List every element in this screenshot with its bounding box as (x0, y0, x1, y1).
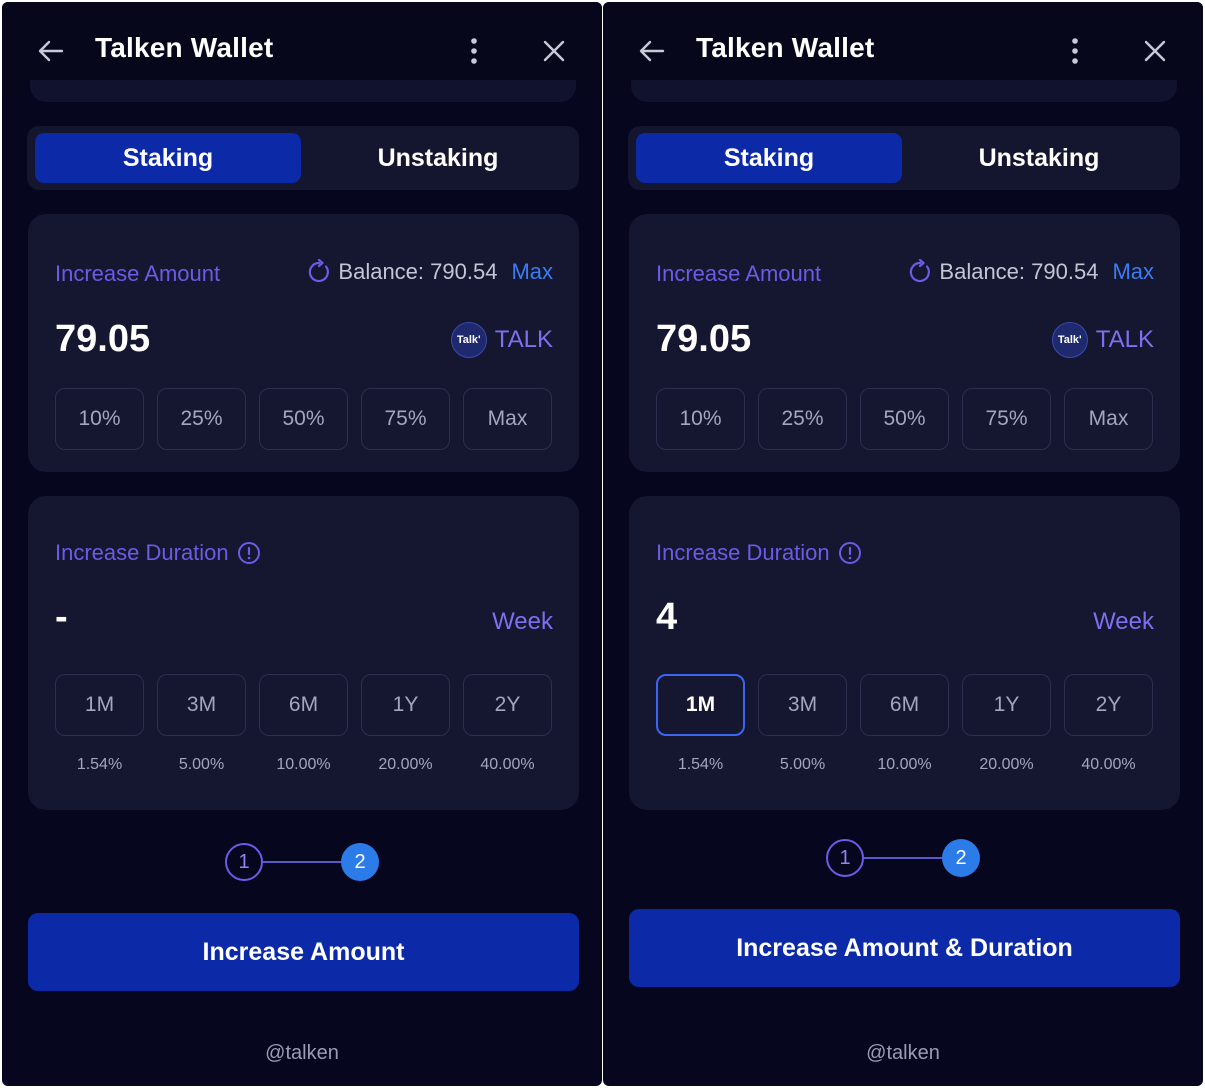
chip-6m[interactable]: 6M (259, 674, 348, 736)
amount-value[interactable]: 79.05 (55, 318, 150, 361)
wallet-panel-left: Talken Wallet Staking Unstaking Increase… (2, 2, 602, 1086)
kebab-menu-icon[interactable] (1063, 36, 1087, 66)
chip-50-percent[interactable]: 50% (259, 388, 348, 450)
increase-amount-duration-button[interactable]: Increase Amount & Duration (629, 909, 1180, 987)
rate-3m: 5.00% (779, 756, 826, 773)
chip-75-percent[interactable]: 75% (361, 388, 450, 450)
rate-2y: 40.00% (480, 756, 535, 773)
chip-max[interactable]: Max (463, 388, 552, 450)
rate-2y: 40.00% (1081, 756, 1136, 773)
staking-tabs: Staking Unstaking (27, 126, 579, 190)
increase-duration-card: Increase Duration 4 Week 1M 3M 6M 1Y 2Y … (629, 496, 1180, 810)
back-arrow-icon[interactable] (36, 36, 66, 66)
token-indicator: Talk' TALK (1051, 322, 1154, 358)
amount-value[interactable]: 79.05 (656, 318, 751, 361)
step-indicator: 1 2 (225, 842, 385, 882)
balance: Balance: 790.54 Max (907, 259, 1154, 285)
close-icon[interactable] (541, 38, 567, 64)
chip-max[interactable]: Max (1064, 388, 1153, 450)
footer-handle: @talken (866, 1042, 940, 1064)
chip-1y[interactable]: 1Y (361, 674, 450, 736)
chip-1m[interactable]: 1M (55, 674, 144, 736)
rate-6m: 10.00% (877, 756, 932, 773)
chip-6m[interactable]: 6M (860, 674, 949, 736)
previous-card-edge (30, 80, 576, 102)
refresh-icon[interactable] (306, 259, 332, 285)
chip-3m[interactable]: 3M (157, 674, 246, 736)
info-icon[interactable] (237, 541, 261, 565)
balance: Balance: 790.54 Max (306, 259, 553, 285)
tab-staking[interactable]: Staking (35, 133, 301, 183)
rate-1y: 20.00% (378, 756, 433, 773)
chip-2y[interactable]: 2Y (463, 674, 552, 736)
increase-amount-label: Increase Amount (656, 261, 822, 286)
duration-value[interactable]: - (55, 596, 68, 639)
increase-duration-label: Increase Duration (656, 540, 862, 566)
step-1: 1 (826, 839, 864, 877)
chip-25-percent[interactable]: 25% (758, 388, 847, 450)
chip-50-percent[interactable]: 50% (860, 388, 949, 450)
increase-amount-card: Increase Amount Balance: 790.54 Max 79.0… (629, 214, 1180, 472)
duration-label-text: Increase Duration (656, 540, 830, 565)
rate-6m: 10.00% (276, 756, 331, 773)
amount-percent-chips: 10% 25% 50% 75% Max (55, 388, 552, 450)
step-connector (263, 861, 347, 863)
increase-amount-card: Increase Amount Balance: 790.54 Max 79.0… (28, 214, 579, 472)
close-icon[interactable] (1142, 38, 1168, 64)
balance-text: Balance: 790.54 (939, 259, 1099, 284)
increase-duration-label: Increase Duration (55, 540, 261, 566)
refresh-icon[interactable] (907, 259, 933, 285)
week-unit: Week (1093, 608, 1154, 635)
chip-10-percent[interactable]: 10% (55, 388, 144, 450)
footer-handle: @talken (265, 1042, 339, 1064)
token-symbol: TALK (1095, 326, 1154, 353)
tab-unstaking[interactable]: Unstaking (305, 133, 571, 183)
max-link[interactable]: Max (511, 259, 553, 285)
wallet-panel-right: Talken Wallet Staking Unstaking Increase… (603, 2, 1203, 1086)
increase-duration-card: Increase Duration - Week 1M 3M 6M 1Y 2Y … (28, 496, 579, 810)
kebab-menu-icon[interactable] (462, 36, 486, 66)
tab-staking[interactable]: Staking (636, 133, 902, 183)
previous-card-edge (631, 80, 1177, 102)
talk-token-logo: Talk' (450, 322, 487, 358)
week-unit: Week (492, 608, 553, 635)
app-title: Talken Wallet (95, 32, 274, 63)
duration-label-text: Increase Duration (55, 540, 229, 565)
step-connector (864, 857, 948, 859)
duration-chips: 1M 3M 6M 1Y 2Y (55, 674, 552, 736)
duration-rates: 1.54% 5.00% 10.00% 20.00% 40.00% (55, 756, 552, 774)
chip-1y[interactable]: 1Y (962, 674, 1051, 736)
app-title: Talken Wallet (696, 32, 875, 63)
rate-1m: 1.54% (677, 756, 724, 773)
balance-text: Balance: 790.54 (338, 259, 498, 284)
step-2-active: 2 (942, 839, 980, 877)
chip-25-percent[interactable]: 25% (157, 388, 246, 450)
tab-unstaking[interactable]: Unstaking (906, 133, 1172, 183)
chip-3m[interactable]: 3M (758, 674, 847, 736)
token-indicator: Talk' TALK (450, 322, 553, 358)
step-2-active: 2 (341, 843, 379, 881)
rate-1m: 1.54% (76, 756, 123, 773)
info-icon[interactable] (838, 541, 862, 565)
increase-amount-label: Increase Amount (55, 261, 221, 286)
step-1: 1 (225, 843, 263, 881)
chip-2y[interactable]: 2Y (1064, 674, 1153, 736)
max-link[interactable]: Max (1112, 259, 1154, 285)
step-indicator: 1 2 (826, 838, 986, 878)
chip-75-percent[interactable]: 75% (962, 388, 1051, 450)
rate-1y: 20.00% (979, 756, 1034, 773)
back-arrow-icon[interactable] (637, 36, 667, 66)
chip-1m-selected[interactable]: 1M (656, 674, 745, 736)
staking-tabs: Staking Unstaking (628, 126, 1180, 190)
duration-rates: 1.54% 5.00% 10.00% 20.00% 40.00% (656, 756, 1153, 774)
increase-amount-button[interactable]: Increase Amount (28, 913, 579, 991)
token-symbol: TALK (494, 326, 553, 353)
amount-percent-chips: 10% 25% 50% 75% Max (656, 388, 1153, 450)
rate-3m: 5.00% (178, 756, 225, 773)
talk-token-logo: Talk' (1051, 322, 1088, 358)
chip-10-percent[interactable]: 10% (656, 388, 745, 450)
duration-chips: 1M 3M 6M 1Y 2Y (656, 674, 1153, 736)
duration-value[interactable]: 4 (656, 596, 677, 639)
